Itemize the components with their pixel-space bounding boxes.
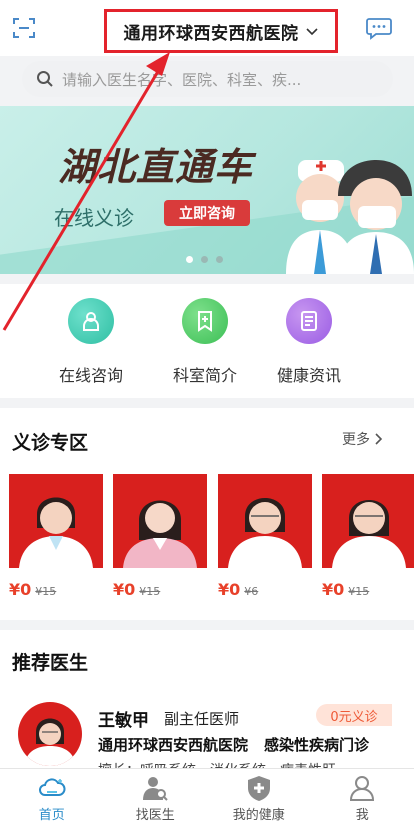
home-cloud-icon [38,778,66,796]
recommended-doctors-section: 推荐医生 王敏甲 副主任医师 0元义诊 通用环球西安西航医院 感染性疾病门诊 擅… [0,630,414,770]
quick-label: 在线咨询 [58,366,123,385]
original-price: ¥15 [139,585,161,598]
doctor-photo [113,474,207,568]
free-doctor-card[interactable]: ¥0 ¥15 [9,474,103,599]
section-title: 义诊专区 [12,432,89,454]
search-icon [37,71,53,87]
pagination-dot[interactable] [186,256,193,263]
quick-menu: 在线咨询 科室简介 健康资讯 [0,284,414,398]
free-clinic-badge: 0元义诊 [316,704,392,726]
doctor-name[interactable]: 王敏甲 [98,706,149,731]
doctor-photo [322,474,414,568]
doctor-photo [9,474,103,568]
banner-subtitle: 在线义诊 [54,206,134,230]
tab-label: 我的健康 [232,808,285,823]
doctor-price: ¥0 [322,580,345,599]
doctor-price: ¥0 [218,580,241,599]
tab-label: 首页 [38,808,65,823]
consult-icon [68,298,114,344]
free-doctor-card[interactable]: ¥0 ¥6 [218,474,312,599]
doctor-price: ¥0 [113,580,136,599]
original-price: ¥6 [244,585,259,598]
doctor-rank: 副主任医师 [164,710,240,728]
bottom-tab-bar: 首页 找医生 我的健康 我 [0,768,414,826]
tab-label: 我 [355,808,369,823]
tab-my-health[interactable]: 我的健康 [207,769,311,826]
profile-icon [350,776,375,801]
quick-label: 健康资讯 [276,366,341,385]
scan-icon[interactable] [12,16,36,40]
search-input[interactable]: 请输入医生名字、医院、科室、疾... [22,61,393,97]
department-icon [182,298,228,344]
doctor-price: ¥0 [9,580,32,599]
tab-label: 找医生 [135,808,175,823]
doctor-photo [218,474,312,568]
pagination-dot[interactable] [216,256,223,263]
tab-me[interactable]: 我 [311,769,414,826]
banner-pagination [186,256,223,263]
chevron-right-icon [375,433,383,445]
quick-item-news[interactable]: 健康资讯 [264,298,354,386]
quick-item-department[interactable]: 科室简介 [160,298,250,386]
promo-banner[interactable]: 湖北直通车 在线义诊 立即咨询 [0,106,414,274]
hospital-selector[interactable]: 通用环球西安西航医院 [104,9,338,53]
doctor-hospital: 通用环球西安西航医院 [98,736,249,754]
doctor-department: 感染性疾病门诊 [264,736,370,754]
health-shield-icon [247,776,270,801]
hospital-name: 通用环球西安西航医院 [123,23,299,44]
quick-item-consult[interactable]: 在线咨询 [46,298,136,386]
free-doctor-card[interactable]: ¥0 ¥15 [322,474,414,599]
more-link[interactable]: 更多 [342,429,384,449]
tab-home[interactable]: 首页 [0,769,104,826]
avatar[interactable] [18,702,82,766]
original-price: ¥15 [348,585,370,598]
find-doctor-icon [143,777,168,801]
top-header: 通用环球西安西航医院 [0,0,414,56]
quick-label: 科室简介 [172,366,237,385]
free-clinic-section: 义诊专区 更多 ¥0 ¥15 ¥0 ¥15 ¥0 ¥6 ¥0 ¥15 [0,408,414,620]
message-icon[interactable] [366,16,392,40]
tab-find-doctor[interactable]: 找医生 [104,769,208,826]
original-price: ¥15 [35,585,57,598]
free-doctor-card[interactable]: ¥0 ¥15 [113,474,207,599]
chevron-down-icon [305,28,318,36]
section-title: 推荐医生 [12,652,89,674]
more-label: 更多 [342,432,370,448]
search-placeholder: 请输入医生名字、医院、科室、疾... [62,70,302,89]
doctors-illustration [286,160,414,274]
news-icon [286,298,332,344]
banner-title: 湖北直通车 [58,145,254,189]
consult-now-button[interactable]: 立即咨询 [164,200,250,226]
pagination-dot[interactable] [201,256,208,263]
